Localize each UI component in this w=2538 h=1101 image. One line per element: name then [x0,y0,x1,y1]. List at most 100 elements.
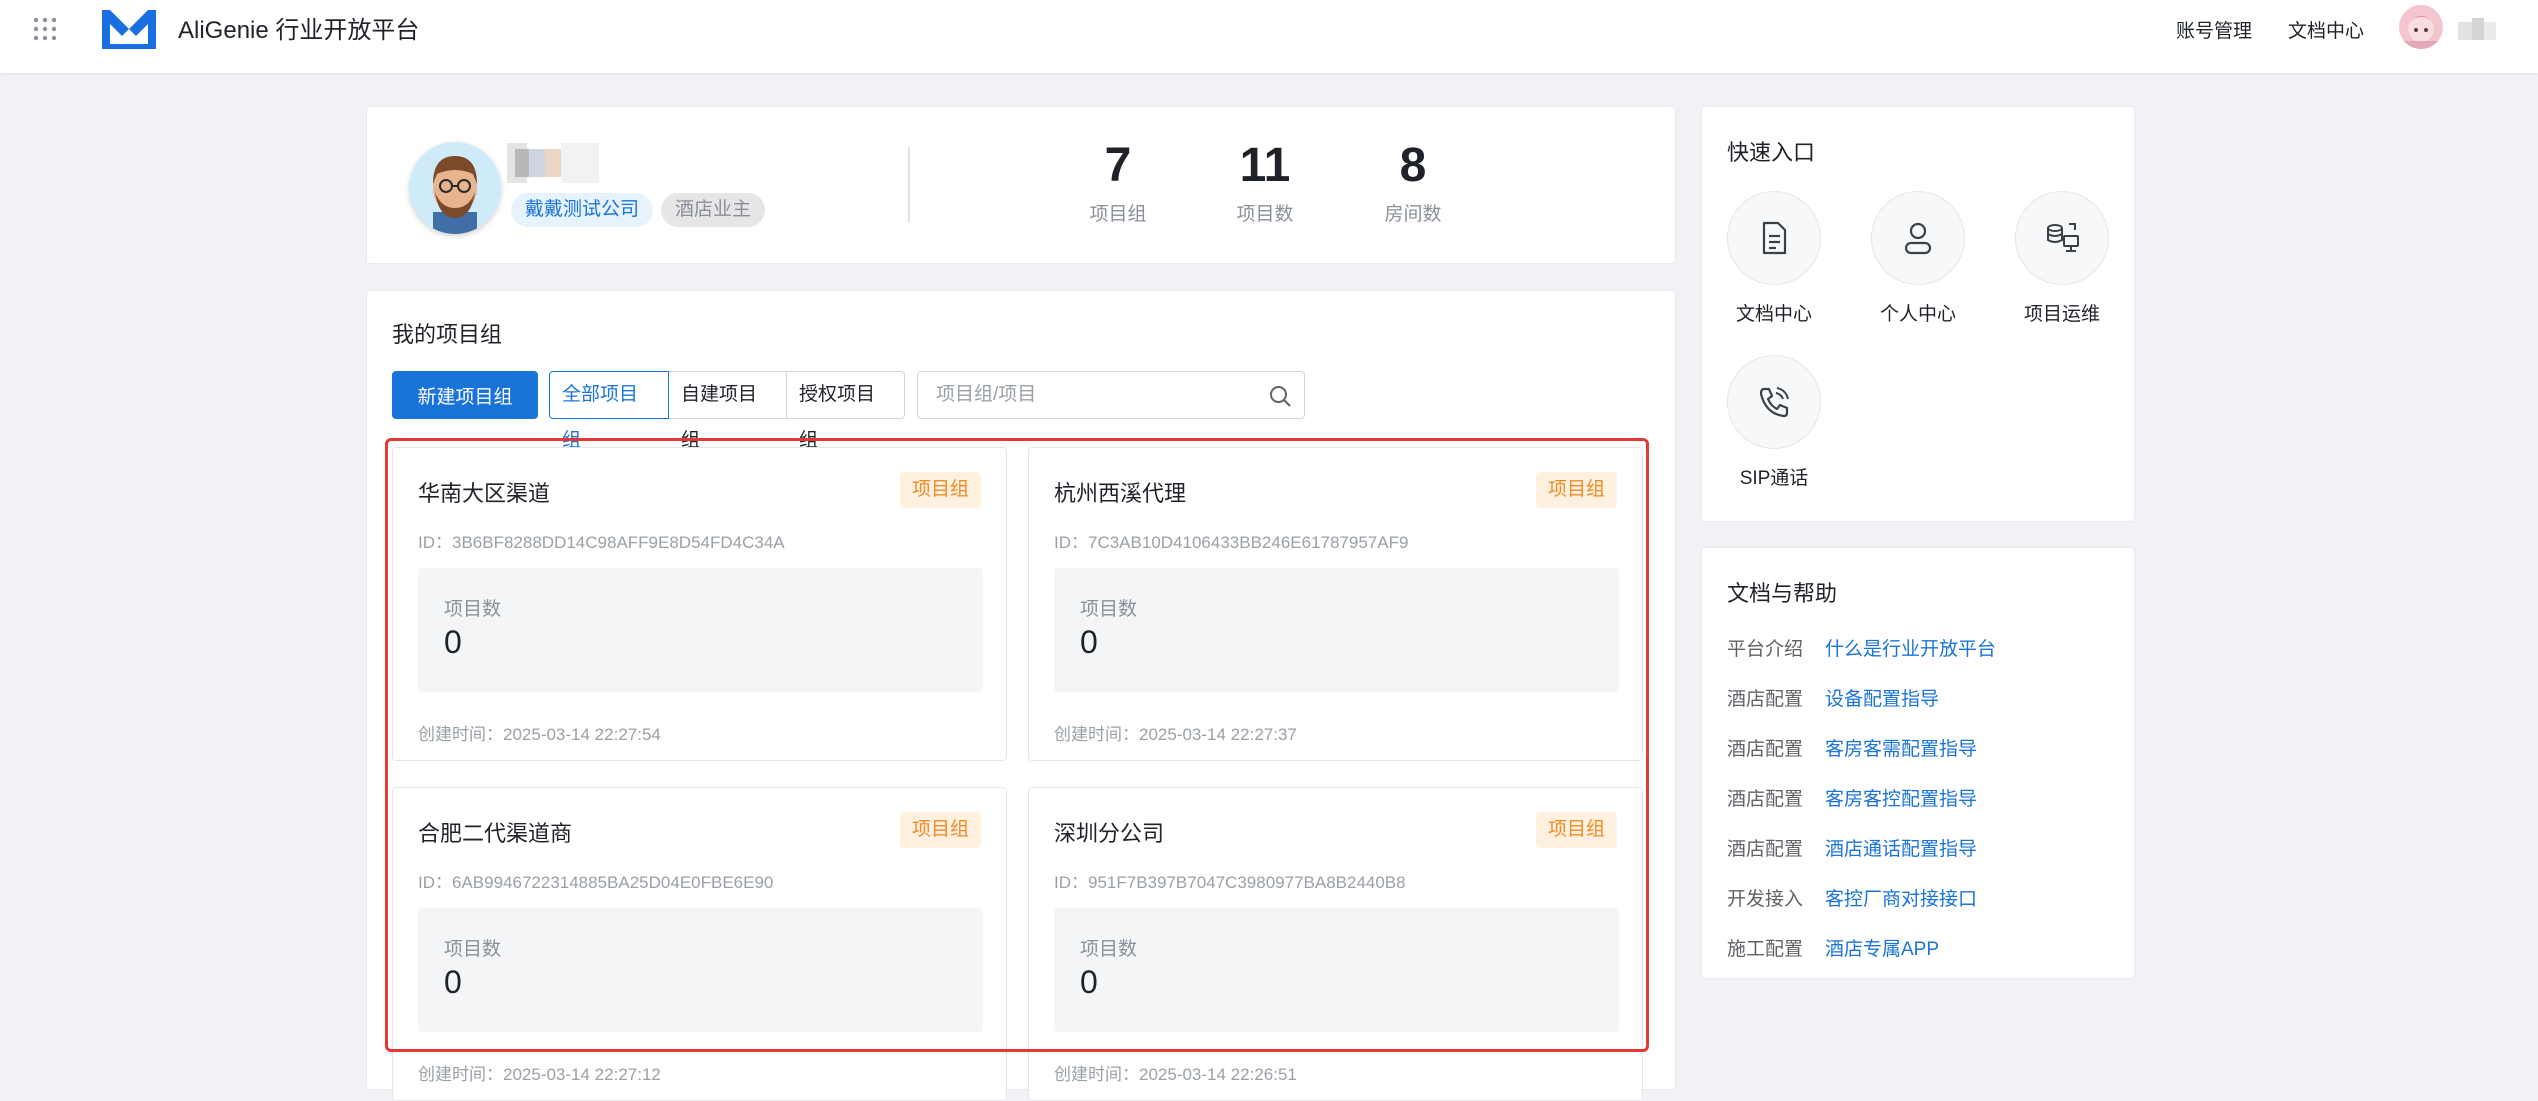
project-count-label: 项目数 [1080,599,1138,620]
role-tag: 酒店业主 [661,193,766,227]
stat-label: 项目组 [1089,204,1147,225]
new-project-group-button[interactable]: 新建项目组 [392,371,538,419]
help-link[interactable]: 酒店专属APP [1825,939,1939,960]
top-navbar: AliGenie 行业开放平台 账号管理 文档中心 [0,0,2538,73]
project-count-box: 项目数 0 [418,908,983,1032]
help-category: 酒店配置 [1727,739,1804,760]
quick-entry-panel: 快速入口 文档中心 个人中心 项目运维 SIP通话 [1701,106,2135,522]
group-id: ID：7C3AB10D4106433BB246E61787957AF9 [1054,533,1409,552]
profile-avatar [409,142,501,234]
group-id: ID：951F7B397B7047C3980977BA8B2440B8 [1054,873,1406,892]
project-count-label: 项目数 [444,939,502,960]
stat-label: 项目数 [1236,204,1294,225]
project-count-value: 0 [1080,964,1098,1000]
app-title: AliGenie 行业开放平台 [178,17,420,44]
group-search [917,371,1305,419]
help-link[interactable]: 客房客控配置指导 [1825,789,1977,810]
stat-value: 7 [1104,139,1132,192]
help-row: 施工配置 酒店专属APP [1727,934,1939,961]
username-mosaic [507,143,599,183]
doc-center-link[interactable]: 文档中心 [2288,16,2364,43]
quick-entry-label: SIP通话 [1739,468,1809,489]
search-icon[interactable] [1268,384,1292,408]
group-type-badge: 项目组 [899,812,981,848]
section-title: 我的项目组 [392,322,503,347]
project-count-value: 0 [444,964,462,1000]
project-group-card[interactable]: 合肥二代渠道商 项目组 ID：6AB9946722314885BA25D04E0… [392,787,1007,1101]
help-category: 开发接入 [1727,889,1804,910]
group-type-badge: 项目组 [1535,812,1617,848]
user-avatar[interactable] [2399,5,2443,49]
help-category: 施工配置 [1727,939,1804,960]
stat-rooms: 8 房间数 [1353,137,1473,226]
quick-entry-title: 快速入口 [1727,140,1816,165]
project-count-box: 项目数 0 [418,568,983,692]
group-id: ID：3B6BF8288DD14C98AFF9E8D54FD4C34A [418,533,785,552]
stat-projects: 11 项目数 [1205,137,1325,226]
filter-self-built-groups[interactable]: 自建项目组 [669,371,787,451]
user-icon [1904,222,1932,255]
created-time: 创建时间：2025-03-14 22:27:37 [1054,725,1297,744]
project-count-value: 0 [444,624,462,660]
stat-label: 房间数 [1384,204,1442,225]
help-link[interactable]: 客房客需配置指导 [1825,739,1977,760]
group-name: 深圳分公司 [1054,821,1165,846]
docs-help-panel: 文档与帮助 平台介绍 什么是行业开放平台 酒店配置 设备配置指导 酒店配置 客房客需配… [1701,547,2135,979]
created-time: 创建时间：2025-03-14 22:26:51 [1054,1065,1297,1084]
help-row: 酒店配置 客房客需配置指导 [1727,734,1977,761]
quick-entry-label: 项目运维 [2023,304,2100,325]
group-type-badge: 项目组 [899,472,981,508]
account-management-link[interactable]: 账号管理 [2176,16,2252,43]
project-count-label: 项目数 [1080,939,1138,960]
help-link[interactable]: 酒店通话配置指导 [1825,839,1977,860]
profile-card: 戴戴测试公司 酒店业主 7 项目组 11 项目数 8 房间数 [366,106,1676,264]
help-category: 酒店配置 [1727,789,1804,810]
quick-entry-sip-call[interactable]: SIP通话 [1714,355,1834,490]
filter-all-groups[interactable]: 全部项目组 [549,371,669,451]
divider [908,147,910,223]
company-tag: 戴戴测试公司 [511,193,654,227]
quick-entry-personal-center[interactable]: 个人中心 [1858,191,1978,326]
phone-icon [1759,387,1789,418]
help-category: 酒店配置 [1727,839,1804,860]
ops-icon [2047,223,2079,252]
help-row: 平台介绍 什么是行业开放平台 [1727,634,1996,661]
project-count-box: 项目数 0 [1054,908,1619,1032]
help-link[interactable]: 客控厂商对接接口 [1825,889,1977,910]
project-group-card[interactable]: 深圳分公司 项目组 ID：951F7B397B7047C3980977BA8B2… [1028,787,1643,1101]
project-group-card[interactable]: 杭州西溪代理 项目组 ID：7C3AB10D4106433BB246E61787… [1028,447,1643,761]
stat-project-groups: 7 项目组 [1058,137,1178,226]
project-count-value: 0 [1080,624,1098,660]
quick-entry-label: 文档中心 [1735,304,1812,325]
stat-value: 11 [1239,139,1291,192]
help-category: 平台介绍 [1727,639,1804,660]
project-count-box: 项目数 0 [1054,568,1619,692]
filter-authorized-groups[interactable]: 授权项目组 [787,371,905,451]
project-count-label: 项目数 [444,599,502,620]
help-row: 酒店配置 客房客控配置指导 [1727,784,1977,811]
username-mosaic [2458,18,2496,40]
help-category: 酒店配置 [1727,689,1804,710]
quick-entry-label: 个人中心 [1879,304,1956,325]
group-name: 杭州西溪代理 [1054,481,1187,506]
group-type-badge: 项目组 [1535,472,1617,508]
help-row: 酒店配置 酒店通话配置指导 [1727,834,1977,861]
project-group-card[interactable]: 华南大区渠道 项目组 ID：3B6BF8288DD14C98AFF9E8D54F… [392,447,1007,761]
group-id: ID：6AB9946722314885BA25D04E0FBE6E90 [418,873,774,892]
help-row: 酒店配置 设备配置指导 [1727,684,1939,711]
docs-help-title: 文档与帮助 [1727,581,1838,606]
help-link[interactable]: 什么是行业开放平台 [1825,639,1996,660]
app-grid-icon[interactable] [32,16,58,42]
my-project-groups-panel: 我的项目组 新建项目组 全部项目组 自建项目组 授权项目组 华南大区渠道 项目组… [366,290,1676,1101]
group-name: 华南大区渠道 [418,481,551,506]
created-time: 创建时间：2025-03-14 22:27:12 [418,1065,661,1084]
quick-entry-doc-center[interactable]: 文档中心 [1714,191,1834,326]
help-row: 开发接入 客控厂商对接接口 [1727,884,1977,911]
group-name: 合肥二代渠道商 [418,821,573,846]
stat-value: 8 [1399,139,1427,192]
search-input[interactable] [918,372,1258,418]
quick-entry-project-ops[interactable]: 项目运维 [2002,191,2122,326]
document-icon [1762,221,1787,255]
help-link[interactable]: 设备配置指导 [1825,689,1939,710]
aligenie-logo[interactable] [100,6,158,50]
